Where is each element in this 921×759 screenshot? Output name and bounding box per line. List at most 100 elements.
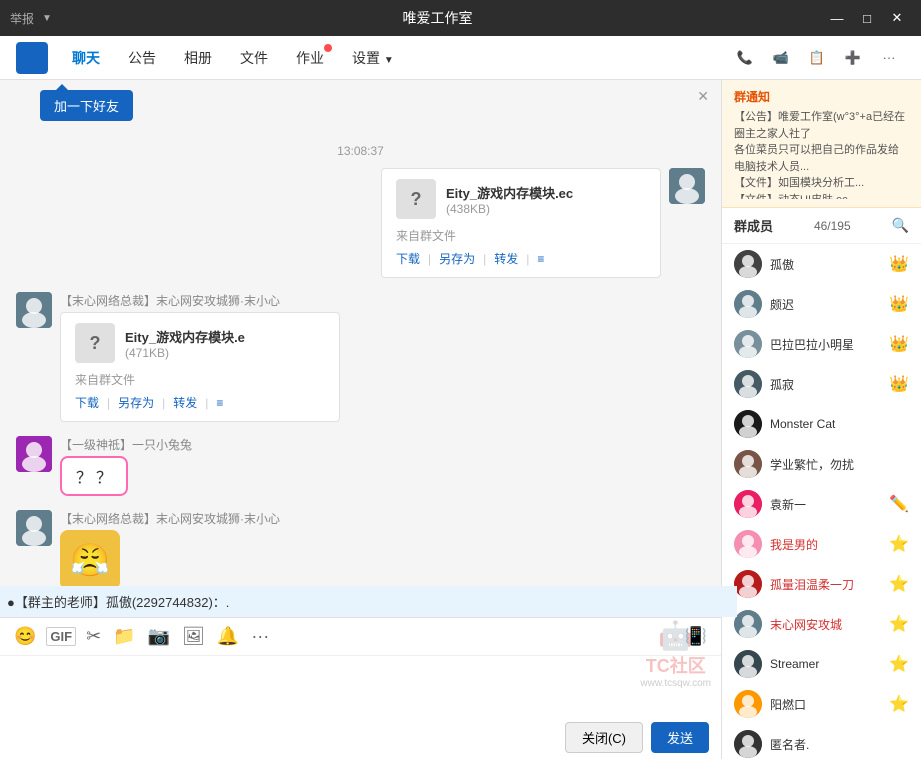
file-icon: ? [75, 323, 115, 363]
screenshot-icon[interactable]: 📷 [146, 624, 172, 649]
nav-settings[interactable]: 设置 ▼ [340, 42, 406, 74]
gif-tool-btn[interactable]: GIF [46, 627, 76, 646]
phone-icon[interactable]: 📞 [729, 42, 761, 74]
avatar [16, 292, 52, 328]
emoji-q1: ？ [76, 464, 92, 488]
file-source: 来自群文件 [396, 227, 646, 244]
file-icon: ? [396, 179, 436, 219]
vibrate-icon[interactable]: 📳 [683, 624, 709, 649]
highlighted-message: ●【群主的老师】孤傲(2292744832)：. [0, 586, 737, 617]
group-notice: 群通知 【公告】唯爱工作室(w°3°+a已经在圈主之家人社了 各位菜员只可以把自… [722, 80, 921, 208]
ellipsis-icon[interactable]: ··· [249, 624, 271, 649]
window-title: 唯爱工作室 [52, 8, 823, 28]
folder-icon[interactable]: 📁 [111, 624, 137, 649]
table-row: ? Eity_游戏内存模块.ec (438KB) 来自群文件 下载 | 另存为 … [16, 168, 705, 278]
notice-item: 【公告】唯爱工作室(w°3°+a已经在圈主之家人社了 [734, 109, 909, 142]
emoji-tool-icon[interactable]: 😊 [12, 624, 38, 649]
avatar [734, 610, 762, 638]
dropdown-arrow[interactable]: ▼ [42, 13, 52, 24]
table-row: 【末心网络总裁】末心网安攻城狮·末小心 ? Eity_游戏内存模块.e (471… [16, 292, 705, 422]
list-item[interactable]: 孤傲 👑 [722, 244, 921, 284]
nav-album[interactable]: 相册 [172, 42, 224, 74]
message-input[interactable] [0, 656, 721, 716]
message-sender: 【末心网络总裁】末心网安攻城狮·末小心 [60, 510, 280, 527]
avatar [734, 650, 762, 678]
member-name: Monster Cat [770, 417, 909, 431]
avatar [734, 290, 762, 318]
member-name: 孤傲 [770, 256, 881, 273]
report-btn[interactable]: 举报 [10, 10, 34, 27]
add-icon[interactable]: ➕ [837, 42, 869, 74]
messages-container[interactable]: 13:08:37 ? Eity_游戏内存模块.ec (438KB) [0, 124, 721, 586]
avatar [734, 570, 762, 598]
member-badge: ⭐ [889, 534, 909, 554]
add-friend-bubble[interactable]: 加一下好友 [40, 90, 133, 121]
main-layout: 加一下好友 ✕ 13:08:37 ? Eity_游戏内存模块.ec [0, 80, 921, 759]
list-item[interactable]: 我是男的 ⭐ [722, 524, 921, 564]
download-btn[interactable]: 下载 [75, 394, 99, 411]
avatar [16, 436, 52, 472]
scissors-icon[interactable]: ✂ [84, 624, 103, 649]
nav-file[interactable]: 文件 [228, 42, 280, 74]
avatar [734, 530, 762, 558]
bell-icon[interactable]: 🔔 [215, 624, 241, 649]
list-item[interactable]: 末心网安攻城 ⭐ [722, 604, 921, 644]
list-item[interactable]: 孤寂 👑 [722, 364, 921, 404]
member-badge: ⭐ [889, 694, 909, 714]
list-item[interactable]: Streamer ⭐ [722, 644, 921, 684]
video-icon[interactable]: 📹 [765, 42, 797, 74]
list-item[interactable]: Monster Cat [722, 404, 921, 444]
nav-bar: 聊天 公告 相册 文件 作业 设置 ▼ 📞 📹 📋 ➕ ··· [0, 36, 921, 80]
member-badge: 👑 [889, 254, 909, 274]
member-badge: ⭐ [889, 574, 909, 594]
message-timestamp: 13:08:37 [16, 144, 705, 158]
download-btn[interactable]: 下载 [396, 250, 420, 267]
saveas-btn[interactable]: 另存为 [118, 394, 154, 411]
table-row: 【一级神祗】一只小兔兔 ？ ？ [16, 436, 705, 496]
input-footer: 关闭(C) 发送 [0, 716, 721, 759]
forward-btn[interactable]: 转发 [173, 394, 197, 411]
maximize-btn[interactable]: □ [853, 4, 881, 32]
input-area: 😊 GIF ✂ 📁 📷 🖼 🔔 ··· 📳 关闭(C) 发送 [0, 617, 721, 759]
member-name: 孤寂 [770, 376, 881, 393]
title-left: 举报 ▼ [10, 10, 52, 27]
homework-badge [324, 44, 332, 52]
more-icon[interactable]: ··· [873, 42, 905, 74]
avatar [734, 490, 762, 518]
close-notice-btn[interactable]: ✕ [697, 88, 709, 105]
member-name: 我是男的 [770, 536, 881, 553]
list-item[interactable]: 巴拉巴拉小明星 👑 [722, 324, 921, 364]
member-search-icon[interactable]: 🔍 [892, 217, 909, 234]
member-header: 群成员 46/195 🔍 [722, 208, 921, 244]
group-notice-title: 群通知 [734, 88, 909, 105]
list-item[interactable]: 学业繁忙，勿扰 [722, 444, 921, 484]
list-item[interactable]: 阳燃口 ⭐ [722, 684, 921, 724]
avatar [734, 730, 762, 758]
task-icon[interactable]: 📋 [801, 42, 833, 74]
list-item[interactable]: 孤量泪温柔一刀 ⭐ [722, 564, 921, 604]
file-message-right: ? Eity_游戏内存模块.ec (438KB) 来自群文件 下载 | 另存为 … [381, 168, 661, 278]
avatar [734, 690, 762, 718]
nav-notice[interactable]: 公告 [116, 42, 168, 74]
forward-btn[interactable]: 转发 [494, 250, 518, 267]
list-item[interactable]: 匿名者. [722, 724, 921, 759]
close-chat-btn[interactable]: 关闭(C) [565, 722, 643, 753]
file-actions: 下载 | 另存为 | 转发 | ≡ [75, 394, 325, 411]
avatar [734, 370, 762, 398]
minimize-btn[interactable]: — [823, 4, 851, 32]
more-file-btn[interactable]: ≡ [216, 396, 223, 410]
close-btn[interactable]: ✕ [883, 4, 911, 32]
saveas-btn[interactable]: 另存为 [439, 250, 475, 267]
nav-chat[interactable]: 聊天 [60, 42, 112, 74]
image-icon[interactable]: 🖼 [180, 624, 207, 649]
list-item[interactable]: 颇迟 👑 [722, 284, 921, 324]
member-count: 46/195 [814, 219, 851, 233]
nav-homework[interactable]: 作业 [284, 42, 336, 74]
avatar [734, 450, 762, 478]
more-file-btn[interactable]: ≡ [537, 252, 544, 266]
member-badge: ✏️ [889, 494, 909, 514]
list-item[interactable]: 袁新一 ✏️ [722, 484, 921, 524]
member-name: 颇迟 [770, 296, 881, 313]
group-notice-text: 【公告】唯爱工作室(w°3°+a已经在圈主之家人社了 各位菜员只可以把自己的作品… [734, 109, 909, 199]
send-btn[interactable]: 发送 [651, 722, 709, 753]
